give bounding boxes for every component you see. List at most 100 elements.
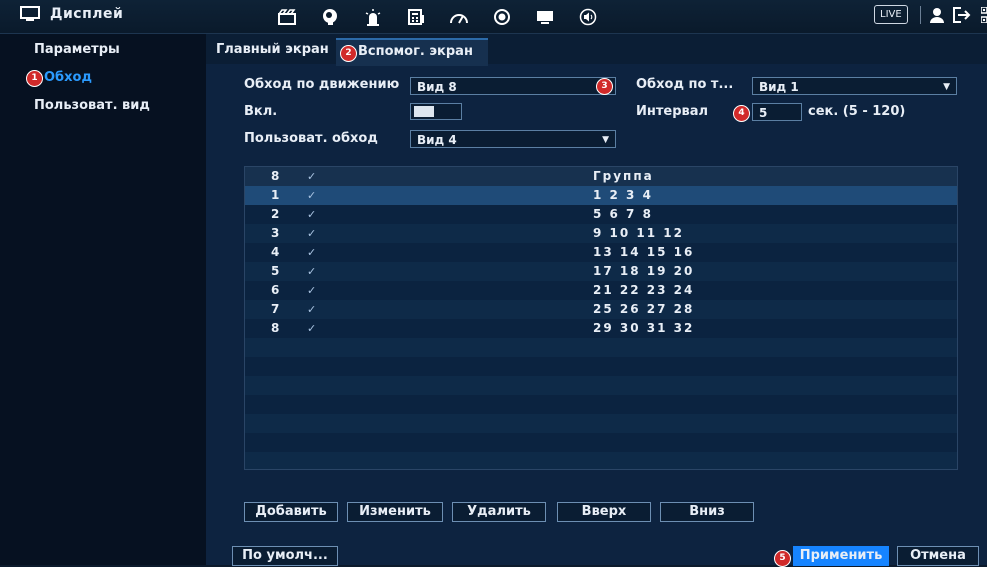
move-down-button[interactable]: Вниз <box>660 502 754 522</box>
edit-button[interactable]: Изменить <box>347 502 443 522</box>
motion-tour-label: Обход по движению <box>244 77 400 92</box>
table-row[interactable]: 1 ✓ 1 2 3 4 <box>245 186 957 205</box>
motion-tour-value: Вид 8 <box>417 80 457 94</box>
tab-label: Вспомог. экран <box>358 44 473 59</box>
row-checkbox[interactable]: ✓ <box>307 319 316 338</box>
select-all-checkbox[interactable]: ✓ <box>307 167 316 186</box>
brain-icon[interactable] <box>313 6 347 28</box>
gauge-icon[interactable] <box>442 6 476 28</box>
monitor-icon[interactable] <box>528 6 562 28</box>
row-checkbox[interactable]: ✓ <box>307 243 316 262</box>
row-checkbox[interactable]: ✓ <box>307 300 316 319</box>
interval-input[interactable]: 5 <box>752 103 802 121</box>
divider <box>919 5 921 24</box>
live-button[interactable]: LIVE <box>874 5 908 24</box>
record-icon[interactable] <box>485 6 519 28</box>
empty-row <box>245 414 957 433</box>
row-group: 1 2 3 4 <box>593 188 653 202</box>
apply-button[interactable]: Применить <box>793 546 889 566</box>
custom-tour-label: Пользоват. обход <box>244 131 378 146</box>
header-group: Группа <box>593 169 654 183</box>
step-badge: 1 <box>26 70 43 87</box>
row-num: 1 <box>271 188 280 202</box>
empty-row <box>245 357 957 376</box>
delete-button[interactable]: Удалить <box>452 502 546 522</box>
tab-secondary-screen[interactable]: 2 Вспомог. экран <box>336 38 488 66</box>
row-num: 3 <box>271 226 280 240</box>
step-badge: 5 <box>774 550 791 567</box>
monitor-icon <box>20 6 40 21</box>
row-checkbox[interactable]: ✓ <box>307 205 316 224</box>
top-right-controls: LIVE <box>874 5 987 24</box>
window-title-group: Дисплей <box>20 6 123 22</box>
empty-row <box>245 395 957 414</box>
empty-row <box>245 338 957 357</box>
row-num: 4 <box>271 245 280 259</box>
table-row[interactable]: 2 ✓ 5 6 7 8 <box>245 205 957 224</box>
sidebar-item-parameters[interactable]: Параметры <box>0 36 206 64</box>
sidebar-item-custom-view[interactable]: Пользоват. вид <box>0 92 206 120</box>
table-row[interactable]: 5 ✓ 17 18 19 20 <box>245 262 957 281</box>
row-checkbox[interactable]: ✓ <box>307 224 316 243</box>
tour-by-select[interactable]: Вид 1 ▼ <box>752 77 957 95</box>
table-row[interactable]: 3 ✓ 9 10 11 12 <box>245 224 957 243</box>
clapperboard-icon[interactable] <box>270 6 304 28</box>
logout-icon[interactable] <box>952 6 973 23</box>
empty-row <box>245 376 957 395</box>
speaker-icon[interactable] <box>571 6 605 28</box>
table-row[interactable]: 6 ✓ 21 22 23 24 <box>245 281 957 300</box>
sidebar-item-label: Обход <box>44 70 92 85</box>
row-checkbox[interactable]: ✓ <box>307 262 316 281</box>
row-group: 13 14 15 16 <box>593 245 695 259</box>
toolbar <box>270 6 614 28</box>
step-badge: 2 <box>340 45 357 62</box>
sidebar-item-label: Параметры <box>34 42 120 57</box>
interval-label: Интервал <box>636 104 709 119</box>
window-title: Дисплей <box>50 6 124 22</box>
enable-toggle[interactable] <box>410 103 462 120</box>
cancel-button[interactable]: Отмена <box>897 546 979 566</box>
row-group: 5 6 7 8 <box>593 207 653 221</box>
table-row[interactable]: 4 ✓ 13 14 15 16 <box>245 243 957 262</box>
custom-tour-value: Вид 4 <box>417 133 457 147</box>
row-checkbox[interactable]: ✓ <box>307 186 316 205</box>
row-num: 8 <box>271 321 280 335</box>
enable-label: Вкл. <box>244 104 278 119</box>
table-header: 8 ✓ Группа <box>245 167 957 186</box>
step-badge: 3 <box>596 78 613 95</box>
sidebar-item-tour[interactable]: 1 Обход <box>0 64 206 92</box>
add-button[interactable]: Добавить <box>244 502 338 522</box>
calculator-icon[interactable] <box>399 6 433 28</box>
tab-label: Главный экран <box>216 42 329 57</box>
interval-unit: сек. (5 - 120) <box>808 104 906 119</box>
qr-code-icon[interactable] <box>980 6 987 23</box>
sidebar-item-label: Пользоват. вид <box>34 98 150 113</box>
tab-main-screen[interactable]: Главный экран <box>216 38 340 64</box>
row-group: 17 18 19 20 <box>593 264 695 278</box>
chevron-down-icon: ▼ <box>943 82 950 92</box>
interval-value: 5 <box>759 106 768 120</box>
row-checkbox[interactable]: ✓ <box>307 281 316 300</box>
toggle-knob <box>414 106 434 117</box>
row-group: 29 30 31 32 <box>593 321 695 335</box>
sidebar: Параметры 1 Обход Пользоват. вид <box>0 34 206 565</box>
chevron-down-icon: ▼ <box>602 135 609 145</box>
row-group: 9 10 11 12 <box>593 226 684 240</box>
table-row[interactable]: 7 ✓ 25 26 27 28 <box>245 300 957 319</box>
default-button[interactable]: По умолч... <box>232 546 338 566</box>
motion-tour-select[interactable]: Вид 8 <box>410 77 616 95</box>
row-num: 6 <box>271 283 280 297</box>
alarm-light-icon[interactable] <box>356 6 390 28</box>
tour-group-table: 8 ✓ Группа 1 ✓ 1 2 3 4 2 ✓ 5 6 7 8 3 ✓ 9… <box>244 166 958 470</box>
move-up-button[interactable]: Вверх <box>557 502 651 522</box>
tour-by-value: Вид 1 <box>759 80 799 94</box>
table-row[interactable]: 8 ✓ 29 30 31 32 <box>245 319 957 338</box>
row-num: 7 <box>271 302 280 316</box>
tour-by-label: Обход по т... <box>636 77 734 92</box>
top-bar: Дисплей LIVE <box>0 0 987 34</box>
user-icon[interactable] <box>929 7 945 23</box>
empty-row <box>245 452 957 469</box>
custom-tour-select[interactable]: Вид 4 ▼ <box>410 130 616 148</box>
tab-bar: Главный экран 2 Вспомог. экран <box>206 34 987 66</box>
row-num: 2 <box>271 207 280 221</box>
